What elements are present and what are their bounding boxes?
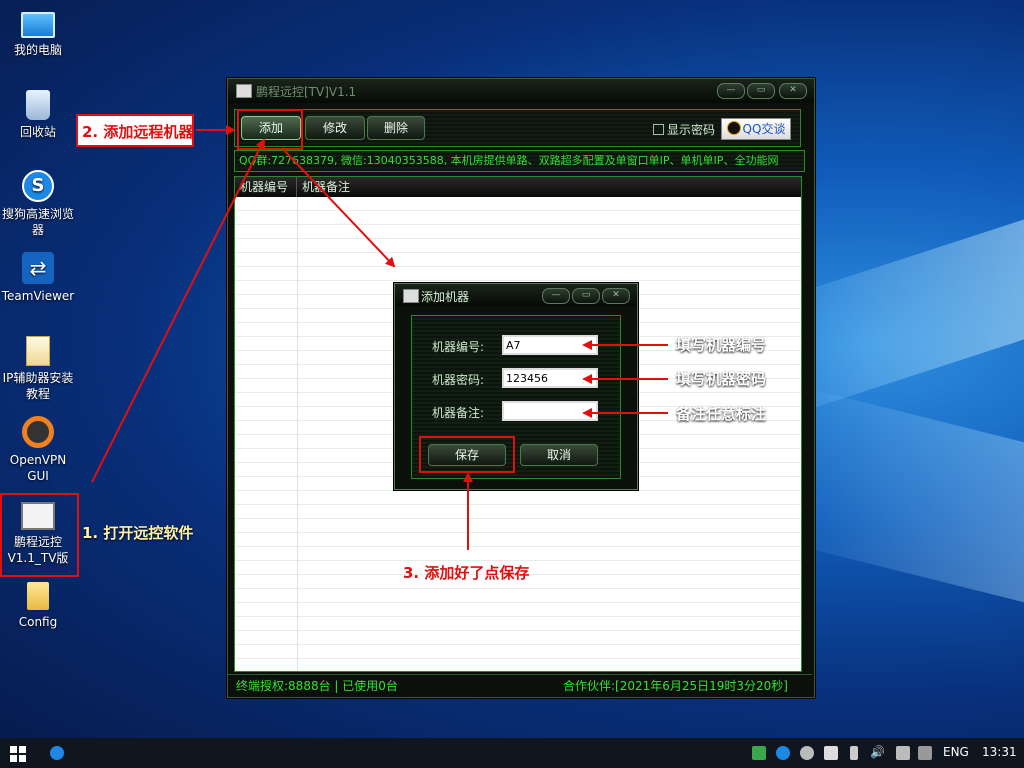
close-button[interactable]: ✕ [602,288,630,304]
marquee-banner: QQ群:727638379, 微信:13040353588, 本机房提供单路、双… [234,150,805,172]
desktop-icon-label: IP辅助器安装教程 [2,371,74,401]
list-header: 机器编号 机器备注 [235,177,801,197]
app-icon [236,84,252,98]
column-separator [297,197,298,671]
windows-start-icon[interactable] [10,746,26,762]
desktop-icon-sogou-browser[interactable]: S 搜狗高速浏览器 [0,170,76,238]
openvpn-icon [22,416,54,448]
maximize-button[interactable]: ▭ [572,288,600,304]
sogou-tray-icon[interactable] [800,746,814,760]
clock[interactable]: 13:31 [982,745,1017,759]
license-status: 终端授权:8888台 | 已使用0台 [236,679,398,693]
vm-tray-icon[interactable] [918,746,932,760]
machine-note-input[interactable] [502,401,598,421]
desktop-icon-label: OpenVPN GUI [9,453,67,483]
annotation-fill-id: 填写机器编号 [676,336,767,354]
annotation-step1: 1. 打开远控软件 [82,524,194,542]
recycle-bin-icon [26,90,50,120]
teamviewer-icon: ⇄ [22,252,54,284]
desktop-icon-label: Config [18,615,58,629]
desktop-icon-openvpn[interactable]: OpenVPN GUI [0,416,76,484]
dialog-title-bar[interactable]: 添加机器 — ▭ ✕ [395,284,637,306]
desktop-icon-label: 我的电脑 [13,43,62,57]
annotation-step2: 2. 添加远程机器 [82,123,194,141]
machine-note-label: 机器备注: [432,406,485,420]
document-icon [26,336,50,366]
title-bar[interactable]: 鹏程远控[TV]V1.1 — ▭ ✕ [228,79,814,103]
machine-password-input[interactable] [502,368,598,388]
close-button[interactable]: ✕ [779,83,807,99]
status-bar: 终端授权:8888台 | 已使用0台 合作伙伴:[2021年6月25日19时3分… [228,674,812,695]
network-tray-icon[interactable] [752,746,766,760]
desktop-icon-label: 回收站 [19,125,56,139]
sogou-icon: S [22,170,54,202]
annotation-step3: 3. 添加好了点保存 [403,564,530,582]
machine-id-label: 机器编号: [432,340,485,354]
sogou-taskbar-icon[interactable] [50,746,64,760]
desktop-icon-config[interactable]: Config [0,582,76,630]
wallpaper-beam [800,207,1024,413]
show-password-checkbox[interactable]: 显示密码 [653,121,715,138]
cancel-button[interactable]: 取消 [520,444,598,466]
annotation-highlight-box [419,436,515,473]
desktop-icon-my-computer[interactable]: 我的电脑 [0,6,76,58]
usb-tray-icon[interactable] [850,746,858,760]
desktop-icon-label: 搜狗高速浏览器 [1,207,74,237]
show-password-label: 显示密码 [667,123,716,137]
dialog-title: 添加机器 [421,290,470,304]
desktop-icon-recycle-bin[interactable]: 回收站 [0,90,76,140]
qq-chat-button[interactable]: QQ交谈 [721,118,791,140]
folder-icon [27,582,49,610]
dialog-icon [403,289,419,303]
taskbar: 🔊 ENG 13:31 [0,738,1024,768]
annotation-highlight-box [237,109,303,150]
annotation-highlight-box [0,493,79,577]
minimize-button[interactable]: — [717,83,745,99]
annotation-fill-password: 填写机器密码 [676,370,767,388]
annotation-fill-note: 备注任意标注 [676,405,767,423]
remote-tray-icon[interactable] [824,746,838,760]
teamviewer-tray-icon[interactable] [776,746,790,760]
machine-id-input[interactable] [502,335,598,355]
column-header-machine-id[interactable]: 机器编号 [235,177,297,197]
checkbox-box[interactable] [653,124,664,135]
input-language[interactable]: ENG [943,745,969,759]
qq-penguin-icon [726,121,741,135]
qq-chat-label: QQ交谈 [742,122,786,136]
column-header-machine-note[interactable]: 机器备注 [297,177,801,197]
computer-icon [21,12,55,38]
maximize-button[interactable]: ▭ [747,83,775,99]
desktop-icon-ip-tutorial[interactable]: IP辅助器安装教程 [0,336,76,402]
desktop-icon-label: TeamViewer [1,289,75,303]
delete-button[interactable]: 删除 [367,116,425,140]
wallpaper-beam [805,387,1024,613]
minimize-button[interactable]: — [542,288,570,304]
volume-icon[interactable]: 🔊 [870,745,885,759]
desktop-icon-teamviewer[interactable]: ⇄ TeamViewer [0,252,76,304]
edit-button[interactable]: 修改 [305,116,365,140]
toolbar: 添加 修改 删除 显示密码 [234,109,801,147]
machine-password-label: 机器密码: [432,373,485,387]
monitor-tray-icon[interactable] [896,746,910,760]
partner-status: 合作伙伴:[2021年6月25日19时3分20秒] [562,679,788,693]
window-title: 鹏程远控[TV]V1.1 [256,85,357,99]
